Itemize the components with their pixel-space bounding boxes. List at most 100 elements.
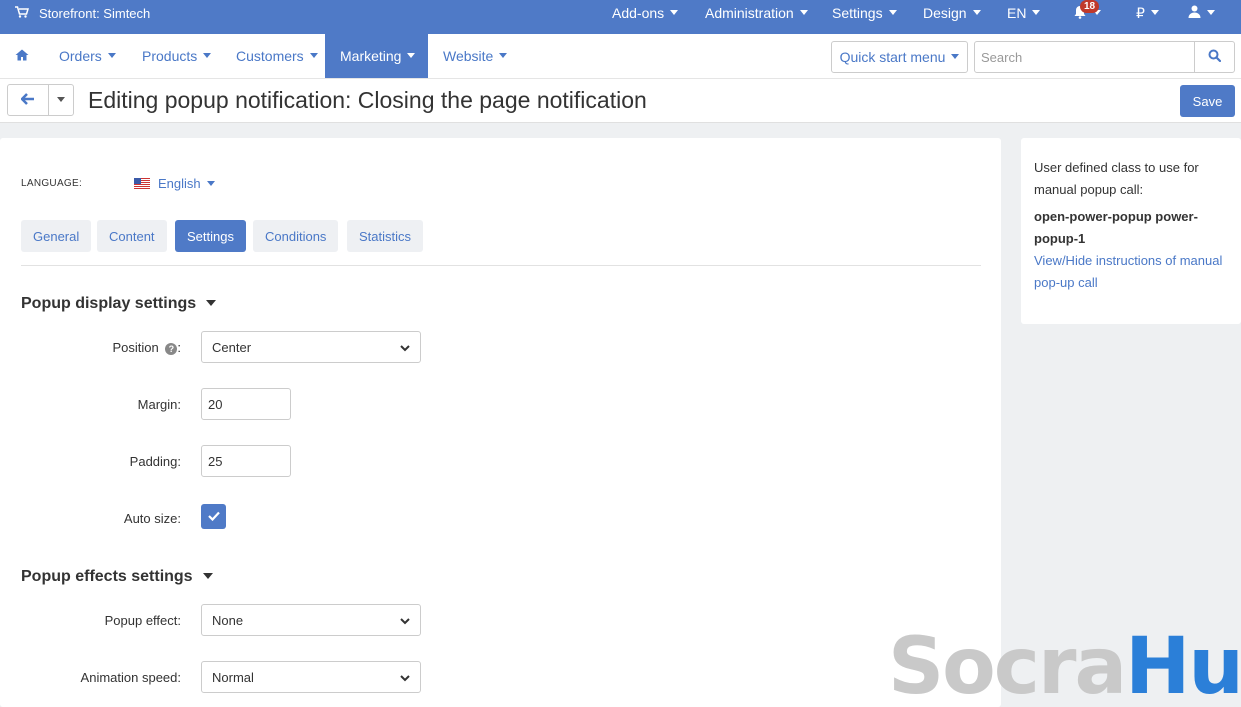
storefront-link[interactable]: Storefront: Simtech <box>15 0 150 26</box>
tab-conditions[interactable]: Conditions <box>253 220 339 252</box>
chevron-down-icon <box>203 52 212 58</box>
notifications-badge: 18 <box>1080 0 1100 13</box>
info-sidebar: User defined class to use for manual pop… <box>1021 138 1241 324</box>
autosize-checkbox[interactable] <box>201 504 226 529</box>
chevron-down-icon <box>400 340 410 355</box>
menu-currency[interactable]: ₽ <box>1136 0 1159 26</box>
caret-down-icon <box>202 572 213 579</box>
watermark-logo: SocraHub <box>888 628 1241 706</box>
chevron-down-icon <box>1150 9 1159 15</box>
nav-products-label: Products <box>142 48 198 64</box>
tab-general[interactable]: General <box>21 220 92 252</box>
user-icon <box>1188 5 1201 21</box>
chevron-down-icon <box>107 52 116 58</box>
main-nav: Orders Products Customers Marketing Webs… <box>0 34 1241 79</box>
watermark-part2: Hub <box>1125 622 1241 707</box>
top-bar: Storefront: Simtech Add-ons Administrati… <box>0 0 1241 34</box>
chevron-down-icon <box>972 9 981 15</box>
nav-orders-label: Orders <box>59 48 102 64</box>
language-label: LANGUAGE: <box>21 178 83 189</box>
popup-class-name: open-power-popup power-popup-1 <box>1034 209 1198 246</box>
check-icon <box>207 509 220 524</box>
animation-speed-label: Animation speed: <box>80 670 181 685</box>
instructions-link[interactable]: View/Hide instructions of manual pop-up … <box>1034 253 1222 290</box>
menu-user[interactable] <box>1188 0 1215 26</box>
question-icon[interactable]: ? <box>165 342 178 355</box>
arrow-left-icon <box>20 92 35 108</box>
menu-addons-label: Add-ons <box>612 5 665 21</box>
margin-input[interactable]: 20 <box>201 388 291 420</box>
position-value: Center <box>212 339 252 355</box>
menu-administration[interactable]: Administration <box>705 0 808 26</box>
menu-design-label: Design <box>923 5 967 21</box>
effects-settings-title: Popup effects settings <box>21 568 193 585</box>
menu-language-label: EN <box>1007 5 1027 21</box>
chevron-down-icon <box>407 52 416 58</box>
save-button[interactable]: Save <box>1180 85 1235 117</box>
chevron-down-icon <box>888 9 897 15</box>
margin-label: Margin: <box>137 397 181 412</box>
tab-settings[interactable]: Settings <box>175 220 246 252</box>
chevron-down-icon <box>400 670 410 685</box>
menu-language[interactable]: EN <box>1007 0 1041 26</box>
search-input[interactable] <box>975 42 1194 72</box>
effects-settings-toggle[interactable]: Popup effects settings <box>21 568 213 586</box>
title-bar: Editing popup notification: Closing the … <box>0 79 1241 123</box>
nav-website-label: Website <box>443 48 494 64</box>
search-button[interactable] <box>1194 42 1234 72</box>
menu-settings[interactable]: Settings <box>832 0 897 26</box>
chevron-down-icon <box>951 53 960 59</box>
chevron-down-icon <box>309 52 318 58</box>
chevron-down-icon <box>57 96 65 102</box>
menu-settings-label: Settings <box>832 5 883 21</box>
divider <box>21 265 981 266</box>
quick-start-label: Quick start menu <box>839 49 946 65</box>
back-dropdown-button[interactable] <box>48 84 74 116</box>
nav-website[interactable]: Website <box>443 34 508 78</box>
chevron-down-icon <box>1207 9 1215 15</box>
popup-effect-value: None <box>212 612 244 628</box>
position-select[interactable]: Center <box>201 331 421 363</box>
padding-label: Padding: <box>129 454 181 469</box>
chevron-down-icon <box>499 52 508 58</box>
back-button[interactable] <box>7 84 49 116</box>
nav-orders[interactable]: Orders <box>59 34 116 78</box>
autosize-label: Auto size: <box>123 511 181 526</box>
caret-down-icon <box>206 299 217 306</box>
search-icon <box>1208 49 1222 65</box>
animation-speed-value: Normal <box>212 669 254 685</box>
tab-statistics[interactable]: Statistics <box>347 220 424 252</box>
tab-content[interactable]: Content <box>97 220 167 252</box>
position-label-text: Position <box>112 340 159 355</box>
padding-input[interactable]: 25 <box>201 445 291 477</box>
us-flag-icon <box>134 177 150 189</box>
sidebar-text: User defined class to use for manual pop… <box>1034 160 1199 197</box>
search-box <box>974 41 1235 73</box>
chevron-down-icon <box>206 181 215 187</box>
watermark-part1: Socra <box>888 622 1127 707</box>
page-title: Editing popup notification: Closing the … <box>88 87 647 113</box>
menu-currency-label: ₽ <box>1136 4 1145 21</box>
nav-marketing[interactable]: Marketing <box>325 34 428 78</box>
home-button[interactable] <box>15 34 29 78</box>
display-settings-title: Popup display settings <box>21 295 197 312</box>
nav-products[interactable]: Products <box>142 34 212 78</box>
menu-administration-label: Administration <box>705 5 794 21</box>
language-value: English <box>158 176 201 191</box>
cart-icon <box>15 5 30 21</box>
chevron-down-icon <box>400 613 410 628</box>
display-settings-toggle[interactable]: Popup display settings <box>21 295 217 313</box>
menu-design[interactable]: Design <box>923 0 981 26</box>
nav-customers[interactable]: Customers <box>236 34 318 78</box>
popup-effect-select[interactable]: None <box>201 604 421 636</box>
language-selector[interactable]: English <box>158 176 215 191</box>
home-icon <box>15 48 29 64</box>
animation-speed-select[interactable]: Normal <box>201 661 421 693</box>
chevron-down-icon <box>1032 9 1041 15</box>
chevron-down-icon <box>799 9 808 15</box>
main-panel: LANGUAGE: English General Content Settin… <box>0 138 1001 707</box>
quick-start-menu-button[interactable]: Quick start menu <box>831 41 968 73</box>
popup-effect-label: Popup effect: <box>104 613 181 628</box>
menu-addons[interactable]: Add-ons <box>612 0 679 26</box>
nav-customers-label: Customers <box>236 48 304 64</box>
